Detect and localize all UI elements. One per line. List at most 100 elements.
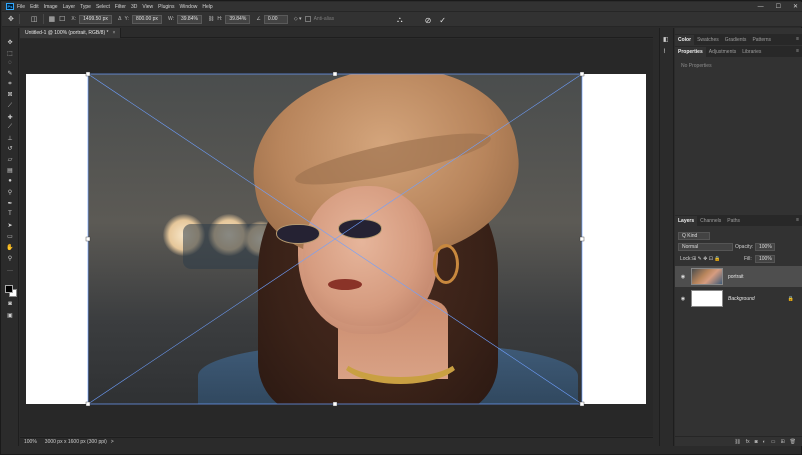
fill-field[interactable]: 100%	[755, 255, 775, 263]
height-field[interactable]: 39.84%	[225, 14, 251, 24]
panel-menu-icon[interactable]: ≡	[796, 36, 799, 42]
layer-filter-dropdown[interactable]: Q Kind	[678, 232, 710, 240]
tab-color[interactable]: Color	[675, 35, 695, 45]
cancel-transform-icon[interactable]: ⊘	[425, 16, 432, 25]
menu-image[interactable]: Image	[44, 4, 58, 10]
menu-view[interactable]: View	[142, 4, 153, 10]
photoshop-logo-icon[interactable]: Ps	[6, 3, 14, 10]
layer-row-portrait[interactable]: ◉ portrait	[675, 266, 802, 287]
panel-menu-icon[interactable]: ≡	[796, 48, 799, 54]
transform-handle[interactable]	[579, 236, 585, 242]
x-position-field[interactable]: 1499.50 px	[79, 14, 113, 24]
menu-select[interactable]: Select	[96, 4, 110, 10]
transform-handle[interactable]	[85, 401, 91, 407]
clone-stamp-tool-icon[interactable]: ⊥	[5, 134, 15, 142]
eraser-tool-icon[interactable]: ▱	[5, 155, 15, 163]
layer-name[interactable]: portrait	[728, 274, 744, 280]
adjustment-layer-icon[interactable]: ◐	[763, 439, 766, 445]
reference-point-check-icon[interactable]: ☐	[59, 15, 65, 23]
menu-file[interactable]: File	[17, 4, 25, 10]
maximize-icon[interactable]: ☐	[776, 3, 781, 10]
transform-handle[interactable]	[579, 71, 585, 77]
tab-layers[interactable]: Layers	[675, 216, 698, 226]
marquee-tool-icon[interactable]: ⬚	[5, 49, 15, 57]
transform-handle[interactable]	[332, 401, 338, 407]
delta-icon[interactable]: Δ	[118, 16, 121, 22]
interpolation-dropdown[interactable]: ◇ ▾	[294, 16, 302, 22]
transform-handle[interactable]	[332, 71, 338, 77]
minimize-icon[interactable]: —	[758, 4, 764, 10]
menu-help[interactable]: Help	[202, 4, 212, 10]
history-brush-tool-icon[interactable]: ↺	[5, 144, 15, 152]
menu-layer[interactable]: Layer	[63, 4, 76, 10]
tab-paths[interactable]: Paths	[724, 216, 743, 226]
status-menu-arrow-icon[interactable]: >	[111, 439, 114, 445]
blur-tool-icon[interactable]: ●	[5, 177, 15, 185]
menu-edit[interactable]: Edit	[30, 4, 39, 10]
tab-adjustments[interactable]: Adjustments	[706, 47, 740, 57]
add-mask-icon[interactable]: ◙	[755, 439, 758, 445]
move-tool-icon[interactable]: ✥	[5, 38, 15, 46]
transform-handle[interactable]	[85, 71, 91, 77]
frame-tool-icon[interactable]: ⊠	[5, 90, 15, 98]
rectangle-tool-icon[interactable]: ▭	[5, 232, 15, 240]
quick-mask-icon[interactable]: ◙	[5, 300, 15, 308]
close-document-icon[interactable]: ×	[112, 30, 115, 36]
tab-patterns[interactable]: Patterns	[749, 35, 774, 45]
gradient-tool-icon[interactable]: ▤	[5, 166, 15, 174]
y-position-field[interactable]: 800.00 px	[131, 14, 162, 24]
tab-channels[interactable]: Channels	[697, 216, 724, 226]
menu-filter[interactable]: Filter	[115, 4, 126, 10]
visibility-eye-icon[interactable]: ◉	[678, 274, 688, 280]
tab-gradients[interactable]: Gradients	[722, 35, 750, 45]
history-panel-icon[interactable]: ◧	[663, 36, 671, 44]
layer-lock-icon[interactable]: 🔒	[788, 296, 794, 302]
link-layers-icon[interactable]: ⛓	[734, 439, 740, 445]
move-tool-preset-icon[interactable]: ✥	[8, 15, 14, 23]
type-tool-icon[interactable]: T	[5, 210, 15, 218]
width-field[interactable]: 39.84%	[176, 14, 202, 24]
transform-handle[interactable]	[579, 401, 585, 407]
lock-icons[interactable]: ⊞ ✎ ✥ ⊡ 🔒	[692, 256, 721, 262]
brush-tool-icon[interactable]: ⟋	[5, 123, 15, 131]
new-layer-icon[interactable]: ⊞	[780, 439, 784, 445]
foreground-color-swatch[interactable]	[5, 285, 13, 293]
layer-style-icon[interactable]: fx	[746, 439, 750, 445]
menu-type[interactable]: Type	[80, 4, 91, 10]
warp-icon[interactable]: ⛬	[397, 15, 403, 25]
transform-handle[interactable]	[85, 236, 91, 242]
layer-name[interactable]: Background	[728, 296, 755, 302]
tab-libraries[interactable]: Libraries	[739, 47, 764, 57]
new-group-icon[interactable]: ▭	[771, 439, 776, 445]
free-transform-box[interactable]	[85, 71, 585, 407]
hand-tool-icon[interactable]: ✋	[5, 243, 15, 251]
menu-3d[interactable]: 3D	[131, 4, 137, 10]
document-tab[interactable]: Untitled-1 @ 100% (portrait, RGB/8) * ×	[20, 28, 122, 38]
menu-window[interactable]: Window	[180, 4, 198, 10]
blend-mode-dropdown[interactable]: Normal	[678, 243, 733, 251]
reference-point-grid-icon[interactable]: ▦	[49, 15, 56, 23]
quick-selection-tool-icon[interactable]: ✎	[5, 69, 15, 77]
anti-alias-checkbox[interactable]	[304, 16, 311, 22]
rotation-field[interactable]: 0.00	[263, 14, 288, 24]
tab-properties[interactable]: Properties	[675, 47, 706, 57]
eyedropper-tool-icon[interactable]: ⟋	[5, 102, 15, 110]
commit-transform-icon[interactable]: ✓	[439, 16, 446, 25]
dodge-tool-icon[interactable]: ⚲	[5, 188, 15, 196]
opacity-field[interactable]: 100%	[755, 243, 775, 251]
pen-tool-icon[interactable]: ✒	[5, 199, 15, 207]
healing-brush-tool-icon[interactable]: ✚	[5, 113, 15, 121]
canvas-area[interactable]	[20, 39, 653, 436]
path-selection-tool-icon[interactable]: ➤	[5, 221, 15, 229]
zoom-level[interactable]: 100%	[24, 439, 37, 445]
menu-plugins[interactable]: Plugins	[158, 4, 174, 10]
visibility-eye-icon[interactable]: ◉	[678, 296, 688, 302]
screen-mode-icon[interactable]: ▣	[5, 311, 15, 319]
more-tools-icon[interactable]: ···	[5, 267, 15, 275]
delete-layer-icon[interactable]: 🗑	[790, 439, 796, 445]
brush-settings-icon[interactable]: ⌇	[663, 48, 671, 56]
tab-swatches[interactable]: Swatches	[694, 35, 722, 45]
layer-row-background[interactable]: ◉ Background 🔒	[675, 288, 802, 309]
crop-tool-icon[interactable]: ⌗	[5, 80, 15, 88]
lasso-tool-icon[interactable]: ◌	[5, 59, 15, 67]
